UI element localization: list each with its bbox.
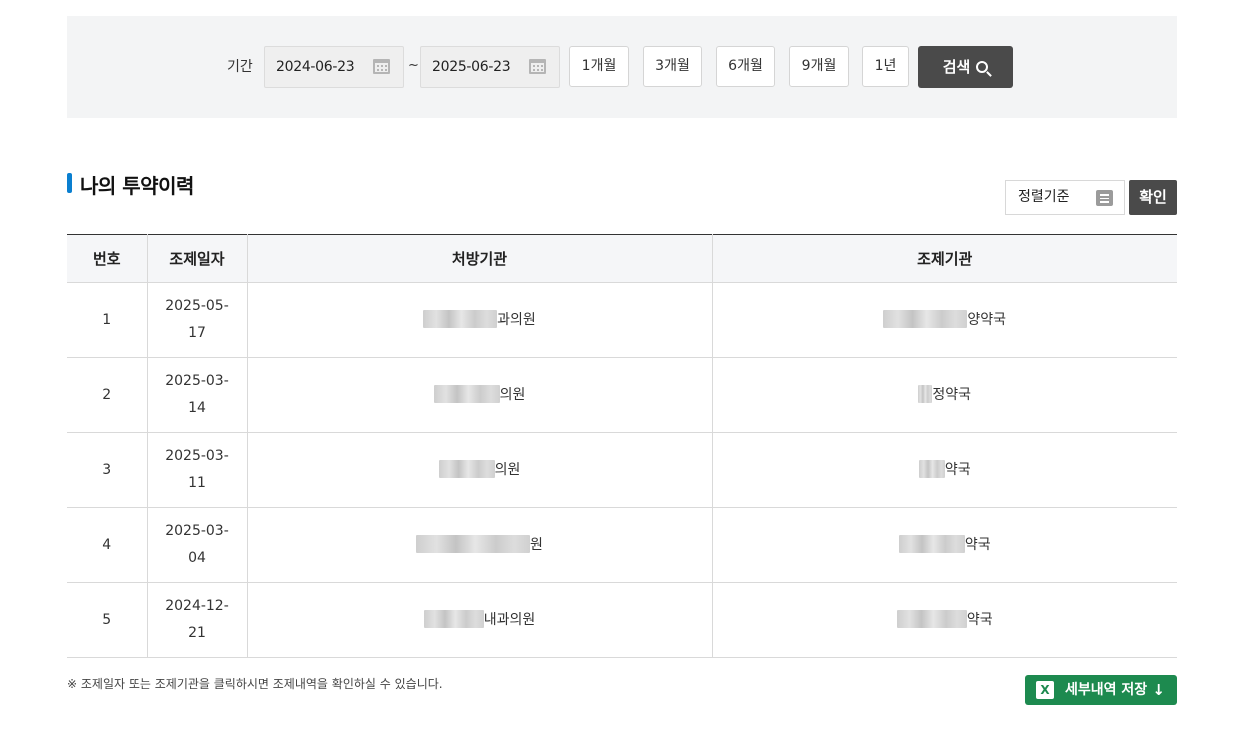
redacted-text	[433, 385, 500, 403]
table-header-row: 번호 조제일자 처방기관 조제기관	[67, 234, 1177, 283]
start-date-input[interactable]: 2024-06-23	[264, 46, 404, 88]
table-row: 3 2025-03-11 의원 약국	[67, 432, 1177, 508]
pharmacy-name: 양약국	[967, 312, 1007, 328]
period-9-month-button[interactable]: 9개월	[789, 46, 849, 87]
excel-button-label: 세부내역 저장	[1065, 682, 1148, 698]
redacted-text	[438, 460, 495, 478]
search-button[interactable]: 검색	[918, 46, 1013, 88]
search-icon	[976, 61, 989, 73]
excel-icon: X	[1036, 681, 1054, 699]
calendar-icon[interactable]	[373, 59, 390, 74]
dispense-date: 2025-03-14	[165, 373, 229, 416]
prescriber-name: 내과의원	[483, 612, 536, 628]
period-3-month-button[interactable]: 3개월	[643, 46, 702, 87]
medication-history-table: 번호 조제일자 처방기관 조제기관 1 2025-05-17 과의원 양약국 2…	[67, 234, 1177, 658]
period-label: 기간	[227, 59, 253, 75]
prescriber-cell: 과의원	[247, 282, 713, 358]
dispense-date: 2025-03-11	[165, 448, 229, 491]
dispense-date: 2024-12-21	[165, 598, 229, 641]
save-details-excel-button[interactable]: X 세부내역 저장 ↓	[1025, 675, 1177, 705]
pharmacy-link[interactable]: 약국	[712, 582, 1177, 658]
redacted-text	[423, 310, 498, 328]
table-row: 5 2024-12-21 내과의원 약국	[67, 582, 1177, 658]
prescriber-cell: 의원	[247, 357, 713, 433]
redacted-text	[898, 535, 965, 553]
pharmacy-name: 약국	[966, 612, 993, 628]
redacted-text	[896, 610, 967, 628]
table-row: 2 2025-03-14 의원 정약국	[67, 357, 1177, 433]
dispense-date-link[interactable]: 2025-05-17	[147, 282, 248, 358]
pharmacy-name: 정약국	[932, 387, 972, 403]
prescriber-cell: 원	[247, 507, 713, 583]
sort-select-label: 정렬기준	[1018, 189, 1070, 205]
prescriber-name: 원	[530, 537, 543, 553]
table-row: 1 2025-05-17 과의원 양약국	[67, 282, 1177, 358]
row-number: 1	[67, 282, 148, 358]
redacted-text	[918, 385, 933, 403]
prescriber-name: 의원	[494, 462, 521, 478]
redacted-text	[416, 535, 531, 553]
pharmacy-link[interactable]: 약국	[712, 507, 1177, 583]
section-title: 나의 투약이력	[80, 174, 194, 198]
header-pharmacy: 조제기관	[712, 234, 1177, 283]
sort-select[interactable]: 정렬기준	[1005, 180, 1125, 215]
prescriber-name: 과의원	[497, 312, 536, 328]
table-row: 4 2025-03-04 원 약국	[67, 507, 1177, 583]
search-button-label: 검색	[942, 58, 971, 76]
start-date-value: 2024-06-23	[276, 59, 355, 75]
date-separator: ~	[408, 58, 419, 73]
period-6-month-button[interactable]: 6개월	[716, 46, 775, 87]
table-note: ※ 조제일자 또는 조제기관을 클릭하시면 조제내역을 확인하실 수 있습니다.	[67, 677, 443, 691]
pharmacy-name: 약국	[944, 462, 971, 478]
prescriber-cell: 의원	[247, 432, 713, 508]
dispense-date: 2025-03-04	[165, 523, 229, 566]
row-number: 2	[67, 357, 148, 433]
end-date-input[interactable]: 2025-06-23	[420, 46, 560, 88]
dispense-date-link[interactable]: 2025-03-11	[147, 432, 248, 508]
calendar-icon[interactable]	[529, 59, 546, 74]
header-number: 번호	[67, 234, 148, 283]
dispense-date-link[interactable]: 2025-03-14	[147, 357, 248, 433]
header-dispense-date: 조제일자	[147, 234, 248, 283]
header-prescriber: 처방기관	[247, 234, 713, 283]
redacted-text	[918, 460, 945, 478]
dispense-date-link[interactable]: 2025-03-04	[147, 507, 248, 583]
period-1-month-button[interactable]: 1개월	[569, 46, 629, 87]
redacted-text	[883, 310, 968, 328]
search-filter-panel: 기간 2024-06-23 ~ 2025-06-23 1개월 3개월 6개월 9…	[67, 16, 1177, 118]
section-accent-bar	[67, 173, 72, 193]
arrow-down-icon: ↓	[1152, 681, 1165, 699]
row-number: 3	[67, 432, 148, 508]
prescriber-cell: 내과의원	[247, 582, 713, 658]
row-number: 5	[67, 582, 148, 658]
pharmacy-link[interactable]: 양약국	[712, 282, 1177, 358]
list-icon	[1096, 190, 1113, 206]
confirm-button[interactable]: 확인	[1129, 180, 1177, 215]
pharmacy-link[interactable]: 약국	[712, 432, 1177, 508]
period-1-year-button[interactable]: 1년	[862, 46, 909, 87]
dispense-date-link[interactable]: 2024-12-21	[147, 582, 248, 658]
dispense-date: 2025-05-17	[165, 298, 229, 341]
end-date-value: 2025-06-23	[432, 59, 511, 75]
row-number: 4	[67, 507, 148, 583]
pharmacy-link[interactable]: 정약국	[712, 357, 1177, 433]
prescriber-name: 의원	[499, 387, 526, 403]
redacted-text	[423, 610, 484, 628]
pharmacy-name: 약국	[964, 537, 991, 553]
